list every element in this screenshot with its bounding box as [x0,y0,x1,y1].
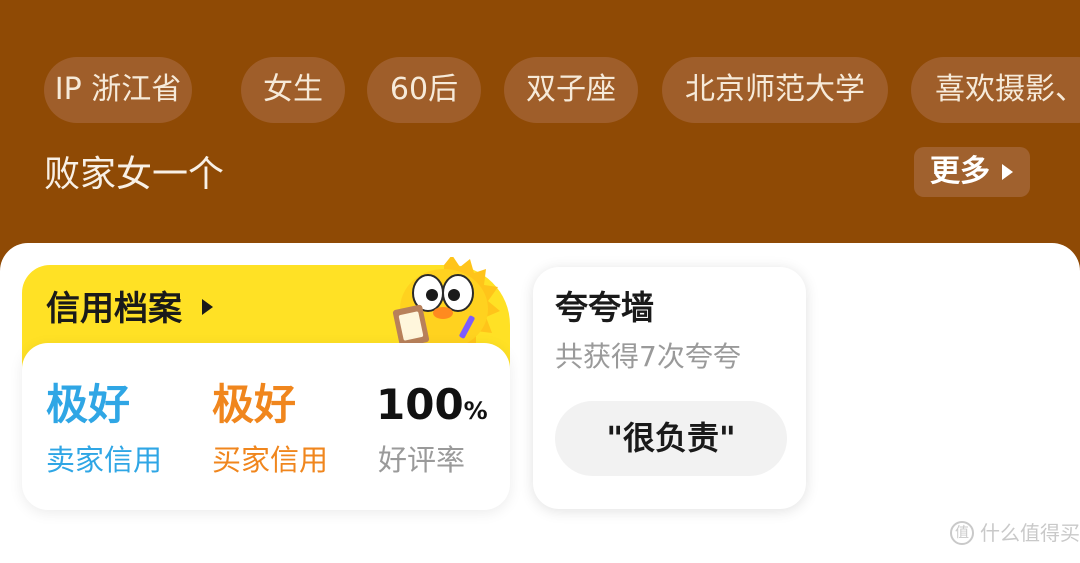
watermark-logo-icon: 值 [950,521,974,545]
praise-wall-card[interactable]: 夸夸墙 共获得7次夸夸 "很负责" [533,267,806,509]
positive-rate-label: 好评率 [378,443,466,477]
tag-hobby[interactable]: 喜欢摄影、 [911,57,1080,123]
percent-sign: % [463,397,488,425]
positive-rate-number: 100 [376,380,464,429]
seller-credit-label: 卖家信用 [46,443,163,477]
profile-bio: 败家女一个 [44,154,225,195]
watermark-text: 什么值得买 [980,521,1080,545]
tag-gender[interactable]: 女生 [241,57,345,123]
mascot-icon [392,257,500,349]
praise-tag[interactable]: "很负责" [555,401,787,476]
more-button[interactable]: 更多 [914,147,1030,197]
positive-rate-value: 100% [376,379,488,437]
credit-profile-card[interactable]: 信用档案 极好 卖家信用 极好 买家信用 100% 好评率 [22,257,510,510]
tag-ip-location[interactable]: IP 浙江省 [44,57,192,123]
chevron-right-icon [202,299,213,315]
praise-count: 共获得7次夸夸 [555,340,741,373]
more-button-label: 更多 [930,154,990,189]
credit-card-title[interactable]: 信用档案 [46,287,182,331]
buyer-credit-value: 极好 [212,380,297,429]
buyer-credit-label: 买家信用 [212,443,329,477]
tag-school[interactable]: 北京师范大学 [662,57,888,123]
praise-wall-title: 夸夸墙 [555,288,654,327]
credit-stats-panel: 极好 卖家信用 极好 买家信用 100% 好评率 [22,343,510,510]
tag-age-group[interactable]: 60后 [367,57,481,123]
tag-zodiac[interactable]: 双子座 [504,57,638,123]
seller-credit-value: 极好 [46,380,131,429]
chevron-right-icon [1002,164,1013,180]
